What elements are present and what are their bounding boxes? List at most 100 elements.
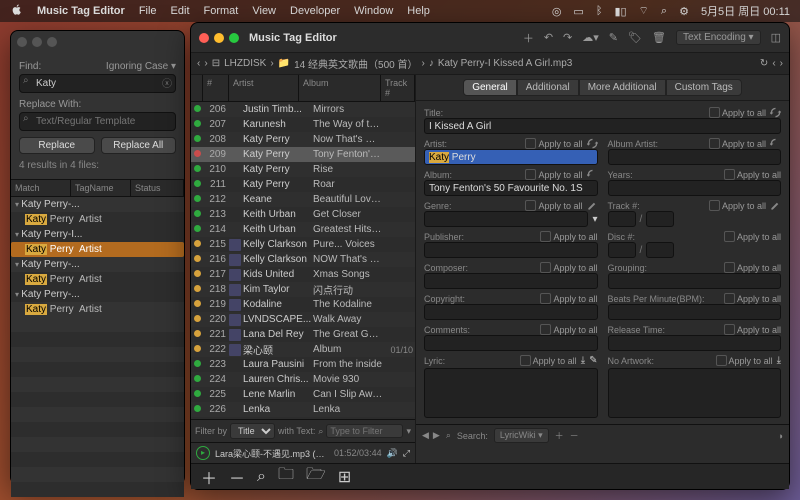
bpm-apply-all[interactable]: Apply to all [724,293,781,304]
result-row[interactable]: Katy PerryArtist [11,272,184,287]
track-row[interactable]: 221Lana Del ReyThe Great Gatsby (Mu... [191,327,415,342]
sync-icon[interactable] [587,138,598,149]
app-menu[interactable]: Music Tag Editor [37,5,125,17]
result-row[interactable]: Katy PerryArtist [11,242,184,257]
sync-icon[interactable] [587,169,598,180]
edit-icon[interactable] [770,200,781,211]
path-refresh-icon[interactable]: ↻ [760,58,768,69]
tab-custom[interactable]: Custom Tags [666,79,742,96]
result-group[interactable]: Katy Perry-... [11,197,184,212]
genre-dropdown-icon[interactable]: ▾ [592,214,597,225]
menu-window[interactable]: Window [354,5,393,17]
grid-icon[interactable]: ⊞ [338,467,351,487]
lyric-textarea[interactable] [424,368,598,418]
wifi-icon[interactable]: ⌔ [639,4,649,18]
title-input[interactable]: I Kissed A Girl [424,118,781,134]
release-apply-all[interactable]: Apply to all [724,324,781,335]
grouping-input[interactable] [608,273,782,289]
cloud-icon[interactable]: ☁▾ [582,31,599,44]
album-artist-apply-all[interactable]: Apply to all [709,138,766,149]
bluetooth-icon[interactable]: ᛒ [596,5,603,17]
track-row[interactable]: 223Laura PausiniFrom the inside [191,357,415,372]
artwork-download-icon[interactable]: ⤓ [777,355,781,366]
next-track-icon[interactable]: ▶ [433,430,440,441]
track-row[interactable]: 217Kids UnitedXmas Songs [191,267,415,282]
copyright-input[interactable] [424,304,598,320]
track-row[interactable]: 215Kelly ClarksonPure... Voices [191,237,415,252]
grouping-apply-all[interactable]: Apply to all [724,262,781,273]
remove-artwork-icon[interactable]: － [570,429,579,442]
track-no-input[interactable] [608,211,636,227]
traffic-lights[interactable] [199,33,239,43]
years-apply-all[interactable]: Apply to all [724,169,781,180]
disc-total-input[interactable] [646,242,674,258]
filter-text-input[interactable] [326,424,403,438]
remove-file-icon[interactable]: － [229,465,245,489]
replace-input[interactable] [19,112,176,131]
track-row[interactable]: 213Keith UrbanGet Closer [191,207,415,222]
sidebar-toggle-icon[interactable]: ◫ [771,31,781,44]
track-row[interactable]: 219KodalineThe Kodaline [191,297,415,312]
bpm-input[interactable] [608,304,782,320]
result-row[interactable]: Katy PerryArtist [11,212,184,227]
open-folder-icon[interactable]: 🗀 [278,463,294,490]
lyric-apply-all[interactable]: Apply to all [520,355,577,366]
title-apply-all[interactable]: Apply to all [709,107,766,118]
composer-apply-all[interactable]: Apply to all [540,262,597,273]
track-total-input[interactable] [646,211,674,227]
lyric-source-select[interactable]: LyricWiki ▾ [494,428,549,443]
track-row[interactable]: 207KaruneshThe Way of the Heart [191,117,415,132]
menu-edit[interactable]: Edit [171,5,190,17]
track-no-apply-all[interactable]: Apply to all [709,200,766,211]
track-row[interactable]: 206Justin Timb...Mirrors [191,102,415,117]
result-row[interactable]: Katy PerryArtist [11,302,184,317]
track-row[interactable]: 225Lene MarlinCan I Slip Away From... [191,387,415,402]
filter-dropdown-icon[interactable]: ▾ [406,426,411,437]
result-group[interactable]: Katy Perry-I... [11,227,184,242]
copyright-apply-all[interactable]: Apply to all [540,293,597,304]
years-input[interactable] [608,180,782,196]
result-group[interactable]: Katy Perry-... [11,257,184,272]
battery-icon[interactable]: ▮▯ [614,5,626,18]
artist-apply-all[interactable]: Apply to all [525,138,582,149]
album-apply-all[interactable]: Apply to all [525,169,582,180]
comments-apply-all[interactable]: Apply to all [540,324,597,335]
path-bar[interactable]: ‹ › ⊟ LHZDISK › 📁 14 经典英文歌曲（500 首） › ♪ K… [191,53,789,75]
result-group[interactable]: Katy Perry-... [11,287,184,302]
tab-more-additional[interactable]: More Additional [579,79,666,96]
search-files-icon[interactable]: ⌕ [257,468,266,486]
text-encoding-button[interactable]: Text Encoding ▾ [676,30,761,45]
artist-input[interactable]: Katy Perry [424,149,598,165]
add-icon[interactable]: ＋ [523,30,534,46]
back-icon[interactable]: ↶ [544,31,553,44]
album-artist-input[interactable] [608,149,782,165]
release-input[interactable] [608,335,782,351]
track-row[interactable]: 211Katy PerryRoar [191,177,415,192]
menu-developer[interactable]: Developer [290,5,340,17]
edit-icon[interactable] [587,200,598,211]
path-prev-icon[interactable]: ‹ [772,58,775,69]
clear-find-icon[interactable]: ⓧ [162,75,172,90]
status-icon[interactable]: ◎ [552,5,562,18]
results-list[interactable]: Katy Perry-...Katy PerryArtistKaty Perry… [11,197,184,497]
add-file-icon[interactable]: ＋ [201,465,217,489]
forward-icon[interactable]: ↷ [563,31,572,44]
album-input[interactable]: Tony Fenton's 50 Favourite No. 1S [424,180,598,196]
find-input[interactable] [19,74,176,93]
comments-input[interactable] [424,335,598,351]
track-row[interactable]: 214Keith UrbanGreatest Hits: 18 Kids [191,222,415,237]
artwork-box[interactable] [608,368,782,418]
disc-no-apply-all[interactable]: Apply to all [724,231,781,242]
search-icon[interactable]: ⌕ [661,5,667,18]
ignoring-case-toggle[interactable]: Ignoring Case ▾ [106,61,176,72]
artwork-apply-all[interactable]: Apply to all [716,355,773,366]
track-row[interactable]: 209Katy PerryTony Fenton's 50 Favo... [191,147,415,162]
track-row[interactable]: 212KeaneBeautiful Love:The Indi... [191,192,415,207]
replace-all-button[interactable]: Replace All [101,137,177,154]
add-artwork-icon[interactable]: ＋ [555,429,564,442]
traffic-lights[interactable] [17,37,57,47]
replace-button[interactable]: Replace [19,137,95,154]
volume-icon[interactable]: 🔊 [387,448,398,459]
track-row[interactable]: 210Katy PerryRise [191,162,415,177]
prev-track-icon[interactable]: ◀ [422,430,429,441]
